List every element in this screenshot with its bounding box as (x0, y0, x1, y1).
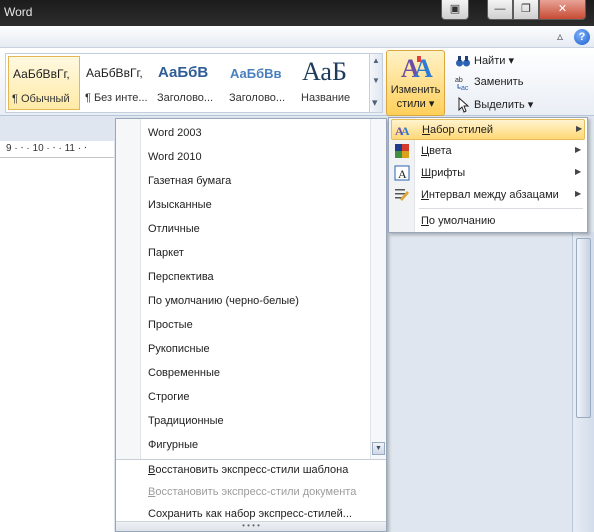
paragraph-spacing-icon (395, 189, 409, 201)
action-label: Сохранить как набор экспресс-стилей... (148, 508, 352, 520)
style-label: ¶ Обычный (12, 93, 70, 105)
menu-item-label: По умолчанию (421, 215, 496, 227)
submenu-arrow-icon: ▶ (575, 189, 582, 198)
fonts-icon: A (394, 165, 410, 181)
scrollbar-thumb[interactable] (576, 238, 591, 418)
find-label: Найти ▾ (474, 55, 514, 67)
style-sets-menu: Word 2003 Word 2010 Газетная бумага Изыскан… (115, 118, 387, 532)
save-quick-style-set-item[interactable]: Сохранить как набор экспресс-стилей... (148, 508, 352, 520)
minimize-ribbon-icon[interactable]: ▵ (557, 29, 563, 43)
document-page[interactable] (0, 158, 114, 532)
submenu-arrow-icon: ▶ (575, 167, 582, 176)
style-set-item[interactable]: Изысканные (148, 199, 212, 211)
style-set-item[interactable]: Рукописные (148, 343, 210, 355)
replace-label: Заменить (474, 76, 524, 88)
style-tile-heading1[interactable]: АаБбВ Заголово... (154, 56, 226, 110)
style-set-item[interactable]: Word 2003 (148, 127, 202, 139)
style-set-item[interactable]: Перспектива (148, 271, 214, 283)
style-set-item[interactable]: Газетная бумага (148, 175, 231, 187)
menu-item-label: Интервал между абзацами (421, 189, 559, 201)
svg-text:ac: ac (461, 85, 469, 91)
replace-icon: ab ac (455, 77, 469, 91)
reset-template-quick-styles-item[interactable]: Восстановить экспресс-стили шаблона (148, 464, 348, 476)
style-set-item[interactable]: По умолчанию (черно-белые) (148, 295, 299, 307)
cursor-icon (458, 97, 470, 113)
style-label: Заголово... (157, 92, 214, 104)
change-styles-label: Изменить (390, 84, 441, 96)
close-button[interactable]: ✕ (539, 0, 586, 20)
menu-item-paragraph-spacing[interactable]: Интервал между абзацами ▶ (391, 185, 585, 206)
gallery-up-icon[interactable]: ▲ (372, 56, 380, 65)
ruler-ticks: 9 · ⋅ · 10 · ⋅ · 11 · ⋅ (6, 143, 88, 154)
binoculars-icon (456, 56, 470, 67)
menu-separator (419, 208, 583, 209)
maximize-button[interactable]: ❐ (513, 0, 539, 20)
menu-item-default[interactable]: По умолчанию (391, 211, 585, 232)
style-set-item[interactable]: Простые (148, 319, 193, 331)
svg-text:ab: ab (455, 77, 463, 84)
minimize-button[interactable]: — (487, 0, 513, 20)
action-label: осстановить экспресс-стили документа (155, 486, 357, 498)
ribbon: АаБбВвГг, ¶ Обычный АаБбВвГг, ¶ Без инте… (0, 48, 594, 116)
style-set-item[interactable]: Word 2010 (148, 151, 202, 163)
style-set-item[interactable]: Современные (148, 367, 220, 379)
style-set-item[interactable]: Паркет (148, 247, 184, 259)
style-set-item[interactable]: Отличные (148, 223, 200, 235)
gallery-more-icon[interactable]: ▾ (372, 96, 378, 109)
change-styles-menu: A A Набор стилей ▶ Цвета ▶ A Шрифты ▶ Ин… (388, 117, 588, 233)
menu-separator (116, 459, 386, 460)
menu-item-colors[interactable]: Цвета ▶ (391, 141, 585, 162)
menu-item-label: Набор стилей (422, 124, 494, 136)
style-tile-title[interactable]: АаБ Название (298, 56, 370, 110)
title-bar: Word ▣ — ❐ ✕ (0, 0, 594, 26)
svg-text:A: A (398, 167, 407, 181)
style-sample: АаБ (302, 57, 347, 86)
menu-resize-grip[interactable]: • • • • (116, 521, 386, 531)
style-sample: АаБбВв (230, 66, 282, 81)
colors-icon (395, 144, 409, 158)
reset-document-quick-styles-item: Восстановить экспресс-стили документа (148, 486, 357, 498)
menu-item-label: Цвета (421, 145, 452, 157)
svg-text:A: A (401, 124, 410, 138)
styles-gallery: АаБбВвГг, ¶ Обычный АаБбВвГг, ¶ Без инте… (5, 53, 370, 113)
app-title: Word (4, 5, 33, 19)
style-set-item[interactable]: Фигурные (148, 439, 198, 451)
gallery-down-icon[interactable]: ▼ (372, 76, 380, 85)
change-styles-label: стили ▾ (396, 98, 435, 110)
menu-item-style-set[interactable]: A A Набор стилей ▶ (391, 119, 585, 140)
submenu-arrow-icon: ▶ (576, 124, 583, 133)
style-label: Заголово... (229, 92, 286, 104)
style-sample: АаБбВ (158, 64, 209, 81)
menu-item-label: Шрифты (421, 167, 466, 179)
menu-item-fonts[interactable]: A Шрифты ▶ (391, 163, 585, 184)
style-set-item[interactable]: Строгие (148, 391, 190, 403)
scroll-down-icon[interactable]: ▼ (372, 442, 385, 455)
change-styles-icon: A A (401, 54, 433, 83)
svg-text:A: A (414, 54, 433, 83)
change-styles-button[interactable]: A A Изменить стили ▾ (386, 50, 445, 116)
vertical-scrollbar[interactable] (572, 232, 594, 532)
style-set-item[interactable]: Традиционные (148, 415, 224, 427)
menu-scrollbar[interactable]: ▼ (370, 119, 386, 459)
style-tile-normal[interactable]: АаБбВвГг, ¶ Обычный (8, 56, 80, 110)
horizontal-ruler[interactable]: 9 · ⋅ · 10 · ⋅ · 11 · ⋅ (0, 141, 114, 158)
style-sample: АаБбВвГг, (13, 67, 70, 81)
style-label: ¶ Без инте... (85, 92, 148, 104)
style-tile-no-spacing[interactable]: АаБбВвГг, ¶ Без инте... (82, 56, 154, 110)
style-set-icon: A A (395, 124, 410, 138)
help-icon[interactable]: ? (574, 29, 590, 45)
action-label: осстановить экспресс-стили шаблона (155, 464, 349, 476)
submenu-arrow-icon: ▶ (575, 145, 582, 154)
menu-gutter (116, 119, 141, 459)
custom-window-button[interactable]: ▣ (441, 0, 469, 20)
select-label: Выделить ▾ (474, 99, 534, 111)
style-label: Название (301, 92, 351, 104)
style-tile-heading2[interactable]: АаБбВв Заголово... (226, 56, 298, 110)
ribbon-tab-strip: ▵ ? (0, 26, 594, 48)
style-sample: АаБбВвГг, (86, 66, 143, 80)
gallery-scrollbar[interactable]: ▲ ▼ ▾ (370, 53, 383, 113)
